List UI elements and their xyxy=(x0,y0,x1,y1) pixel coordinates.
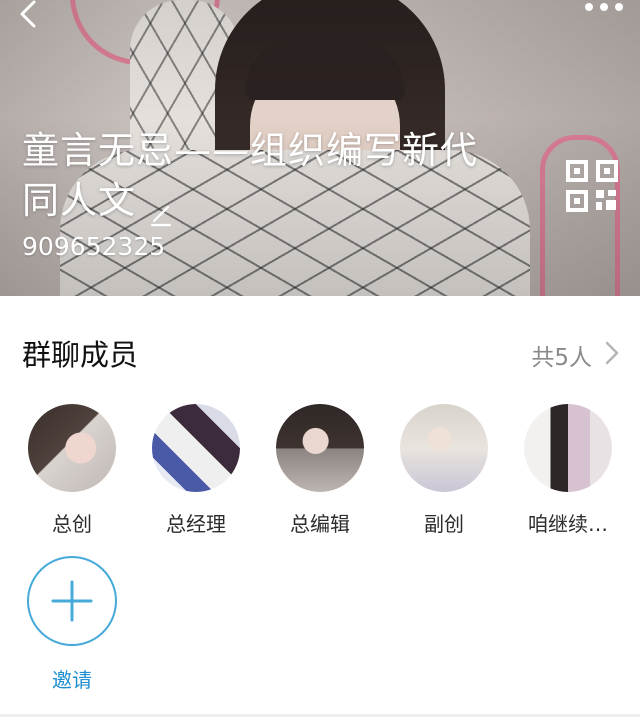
back-button[interactable] xyxy=(12,0,44,30)
qr-code-icon[interactable] xyxy=(566,160,618,212)
member-name: 副创 xyxy=(424,512,464,536)
avatar xyxy=(400,404,488,492)
avatar xyxy=(524,404,612,492)
member-name: 总编辑 xyxy=(290,512,350,536)
invite-label: 邀请 xyxy=(52,668,92,692)
invite-button[interactable]: 邀请 xyxy=(12,556,132,696)
invite-circle xyxy=(27,556,117,646)
group-title: 童言无忌——组织编写新代同人文 xyxy=(22,126,492,226)
members-count: 共5人 xyxy=(531,345,592,371)
group-title-text: 童言无忌——组织编写新代同人文 xyxy=(22,129,478,222)
member-name: 总创 xyxy=(52,512,92,536)
chevron-left-icon xyxy=(20,0,36,28)
member-name: 咱继续… xyxy=(528,512,608,536)
avatar xyxy=(152,404,240,492)
members-title: 群聊成员 xyxy=(22,338,139,372)
member-item[interactable]: 副创 xyxy=(384,404,504,536)
pencil-icon[interactable] xyxy=(148,190,174,226)
group-number: 909652325 xyxy=(22,232,166,261)
plus-icon xyxy=(51,580,93,622)
members-header[interactable]: 群聊成员 共5人 xyxy=(0,296,640,416)
member-item[interactable]: 总创 xyxy=(12,404,132,536)
more-dots-icon xyxy=(585,3,623,11)
avatar xyxy=(28,404,116,492)
member-item[interactable]: 咱继续… xyxy=(508,404,628,536)
member-name: 总经理 xyxy=(166,512,226,536)
member-item[interactable]: 总经理 xyxy=(136,404,256,536)
chevron-right-icon xyxy=(605,341,619,365)
avatar xyxy=(276,404,364,492)
more-button[interactable] xyxy=(582,0,626,18)
member-item[interactable]: 总编辑 xyxy=(260,404,380,536)
group-cover[interactable]: 童言无忌——组织编写新代同人文 909652325 xyxy=(0,0,640,296)
